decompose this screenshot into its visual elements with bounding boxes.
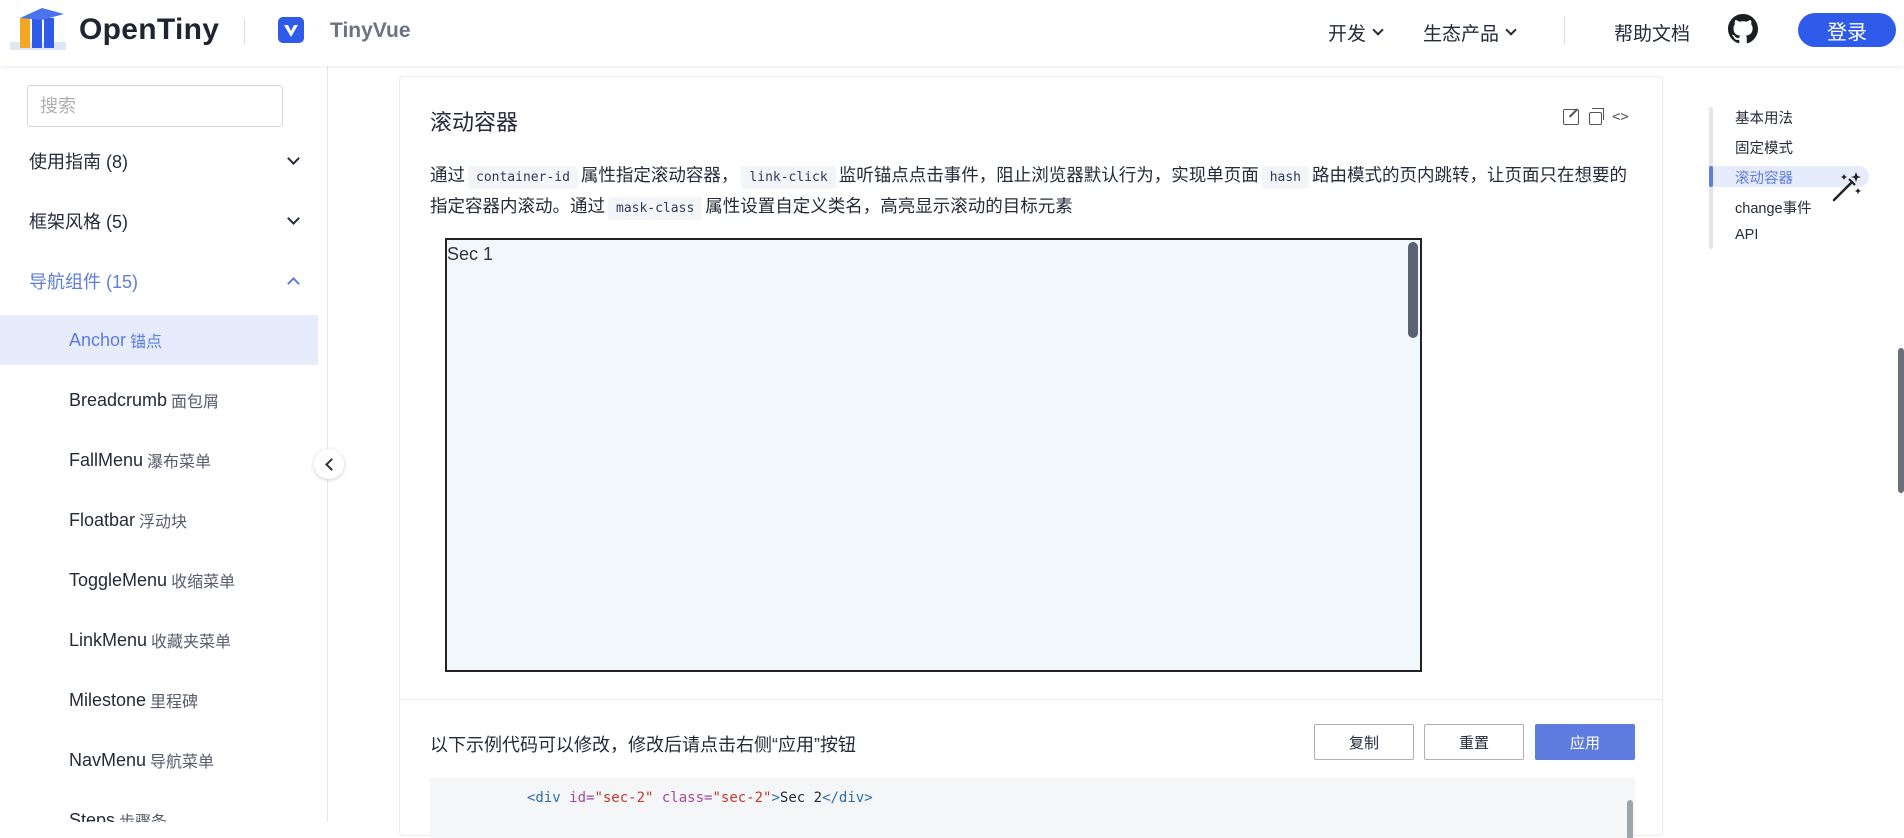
item-en: Anchor bbox=[69, 329, 127, 350]
chevron-up-icon bbox=[287, 277, 300, 290]
login-button[interactable]: 登录 bbox=[1798, 13, 1896, 47]
copy-icon[interactable] bbox=[1589, 108, 1604, 125]
item-cn: 收藏夹菜单 bbox=[151, 634, 232, 651]
item-en: Floatbar bbox=[69, 509, 136, 530]
sidebar-group-label: 使用指南 (8) bbox=[29, 152, 128, 172]
nav-ecosystem[interactable]: 生态产品 bbox=[1423, 19, 1517, 46]
sidebar-collapse-button[interactable] bbox=[314, 449, 344, 479]
code-token: Sec 2 bbox=[779, 790, 823, 806]
chevron-down-icon bbox=[1505, 24, 1517, 36]
code-editor[interactable]: <div id="sec-2" class="sec-2">Sec 2</div… bbox=[430, 778, 1635, 838]
sidebar-item-togglemenu[interactable]: ToggleMenu 收缩菜单 bbox=[0, 555, 318, 605]
scrollbar-thumb[interactable] bbox=[1408, 242, 1418, 338]
code-scrollbar[interactable] bbox=[1627, 800, 1633, 838]
desc-text: 属性指定滚动容器， bbox=[580, 165, 739, 185]
code-icon[interactable]: <> bbox=[1612, 109, 1634, 125]
card-divider bbox=[400, 699, 1662, 700]
chevron-down-icon bbox=[287, 212, 300, 225]
copy-button[interactable]: 复制 bbox=[1314, 724, 1414, 760]
page-scrollbar[interactable] bbox=[1898, 348, 1904, 493]
brand-name[interactable]: OpenTiny bbox=[79, 13, 219, 47]
sidebar-item-milestone[interactable]: Milestone 里程碑 bbox=[0, 675, 318, 725]
demo-toolbar: <> bbox=[1563, 108, 1634, 125]
top-header: OpenTiny TinyVue 开发 生态产品 帮助文档 登录 bbox=[0, 0, 1904, 66]
sidebar-item-anchor[interactable]: Anchor 锚点 bbox=[0, 315, 318, 365]
item-en: FallMenu bbox=[69, 449, 144, 470]
nav-develop-label: 开发 bbox=[1328, 24, 1367, 45]
item-en: Breadcrumb bbox=[69, 389, 168, 410]
code-token: "sec-2" bbox=[712, 790, 772, 806]
sidebar-item-floatbar[interactable]: Floatbar 浮动块 bbox=[0, 495, 318, 545]
nav-develop[interactable]: 开发 bbox=[1328, 19, 1384, 46]
code-token: id= bbox=[560, 790, 595, 806]
nav-ecosystem-label: 生态产品 bbox=[1423, 24, 1500, 45]
desc-text: 通过 bbox=[430, 165, 465, 185]
sidebar-item-navmenu[interactable]: NavMenu 导航菜单 bbox=[0, 735, 318, 785]
code-token: > bbox=[771, 790, 780, 806]
code-token: class= bbox=[653, 790, 713, 806]
code-line: <div id="sec-2" class="sec-2">Sec 2</div… bbox=[527, 790, 873, 806]
code-token: "sec-2" bbox=[594, 790, 654, 806]
inline-code: hash bbox=[1261, 166, 1310, 189]
scroll-container[interactable]: Sec 1 bbox=[445, 238, 1422, 672]
code-token: <div bbox=[527, 790, 561, 806]
sidebar-group-label: 框架风格 (5) bbox=[29, 212, 128, 232]
item-cn: 面包屑 bbox=[171, 394, 220, 411]
item-cn: 瀑布菜单 bbox=[147, 454, 212, 471]
demo-title: 滚动容器 bbox=[430, 110, 519, 135]
sidebar-item-steps[interactable]: Steps步骤条 bbox=[0, 795, 318, 823]
desc-text: 监听锚点点击事件，阻止浏览器默认行为，实现单页面 bbox=[838, 165, 1259, 185]
help-docs-link[interactable]: 帮助文档 bbox=[1614, 19, 1690, 46]
sidebar-group-framework[interactable]: 框架风格 (5) bbox=[0, 201, 327, 241]
sidebar-item-linkmenu[interactable]: LinkMenu 收藏夹菜单 bbox=[0, 615, 318, 665]
github-icon[interactable] bbox=[1728, 14, 1758, 44]
edit-icon[interactable] bbox=[1563, 109, 1579, 125]
inline-code: container-id bbox=[468, 166, 578, 189]
sidebar-group-label: 导航组件 (15) bbox=[29, 272, 139, 292]
toc-item-fixed[interactable]: 固定模式 bbox=[1735, 137, 1793, 158]
item-cn: 里程碑 bbox=[150, 694, 199, 711]
toc-item-basic[interactable]: 基本用法 bbox=[1735, 107, 1793, 128]
item-cn: 导航菜单 bbox=[150, 754, 215, 771]
toc-item-scroll-container[interactable]: 滚动容器 bbox=[1735, 167, 1793, 188]
sidebar-item-breadcrumb[interactable]: Breadcrumb 面包屑 bbox=[0, 375, 318, 425]
opentiny-logo[interactable] bbox=[10, 8, 66, 52]
section-text: Sec 1 bbox=[447, 244, 494, 264]
sidebar: 使用指南 (8) 框架风格 (5) 导航组件 (15) Anchor锚点 Bre… bbox=[0, 66, 328, 822]
search-input[interactable] bbox=[27, 85, 283, 127]
sidebar-item-fallmenu[interactable]: FallMenu 瀑布菜单 bbox=[0, 435, 318, 485]
tinyvue-logo[interactable] bbox=[278, 17, 304, 43]
chevron-down-icon bbox=[287, 152, 300, 165]
toc-item-api[interactable]: API bbox=[1735, 227, 1758, 243]
brand-divider bbox=[244, 18, 245, 44]
sidebar-group-navigation[interactable]: 导航组件 (15) bbox=[0, 261, 327, 301]
toc-active-bar bbox=[1709, 166, 1713, 187]
item-en: ToggleMenu bbox=[69, 569, 168, 590]
item-cn: 步骤条 bbox=[119, 808, 167, 822]
demo-card: 滚动容器 <> 通过 container-id 属性指定滚动容器， link-clic… bbox=[399, 76, 1663, 838]
inline-code: mask-class bbox=[608, 197, 703, 220]
edit-tip-text: 以下示例代码可以修改，修改后请点击右侧“应用”按钮 bbox=[430, 735, 856, 755]
item-en: LinkMenu bbox=[69, 629, 148, 650]
header-divider bbox=[1564, 16, 1565, 44]
item-en: Milestone bbox=[69, 689, 147, 710]
item-cn: 锚点 bbox=[130, 334, 163, 351]
chevron-left-icon bbox=[324, 457, 338, 471]
item-cn: 浮动块 bbox=[139, 514, 188, 531]
apply-button[interactable]: 应用 bbox=[1535, 724, 1635, 760]
item-en: Steps bbox=[69, 809, 116, 823]
desc-text: 属性设置自定义类名，高亮显示滚动的目标元素 bbox=[705, 196, 1073, 216]
demo-description: 通过 container-id 属性指定滚动容器， link-click 监听锚点点击事… bbox=[430, 161, 1635, 223]
product-name[interactable]: TinyVue bbox=[330, 19, 411, 43]
chevron-down-icon bbox=[1372, 24, 1384, 36]
item-cn: 收缩菜单 bbox=[171, 574, 236, 591]
toc-item-change-event[interactable]: change事件 bbox=[1735, 197, 1812, 218]
inline-code: link-click bbox=[741, 166, 836, 189]
code-token: </div> bbox=[822, 790, 873, 806]
magic-wand-icon[interactable] bbox=[1830, 170, 1862, 204]
item-en: NavMenu bbox=[69, 749, 147, 770]
reset-button[interactable]: 重置 bbox=[1424, 724, 1524, 760]
sidebar-group-guide[interactable]: 使用指南 (8) bbox=[0, 141, 327, 181]
